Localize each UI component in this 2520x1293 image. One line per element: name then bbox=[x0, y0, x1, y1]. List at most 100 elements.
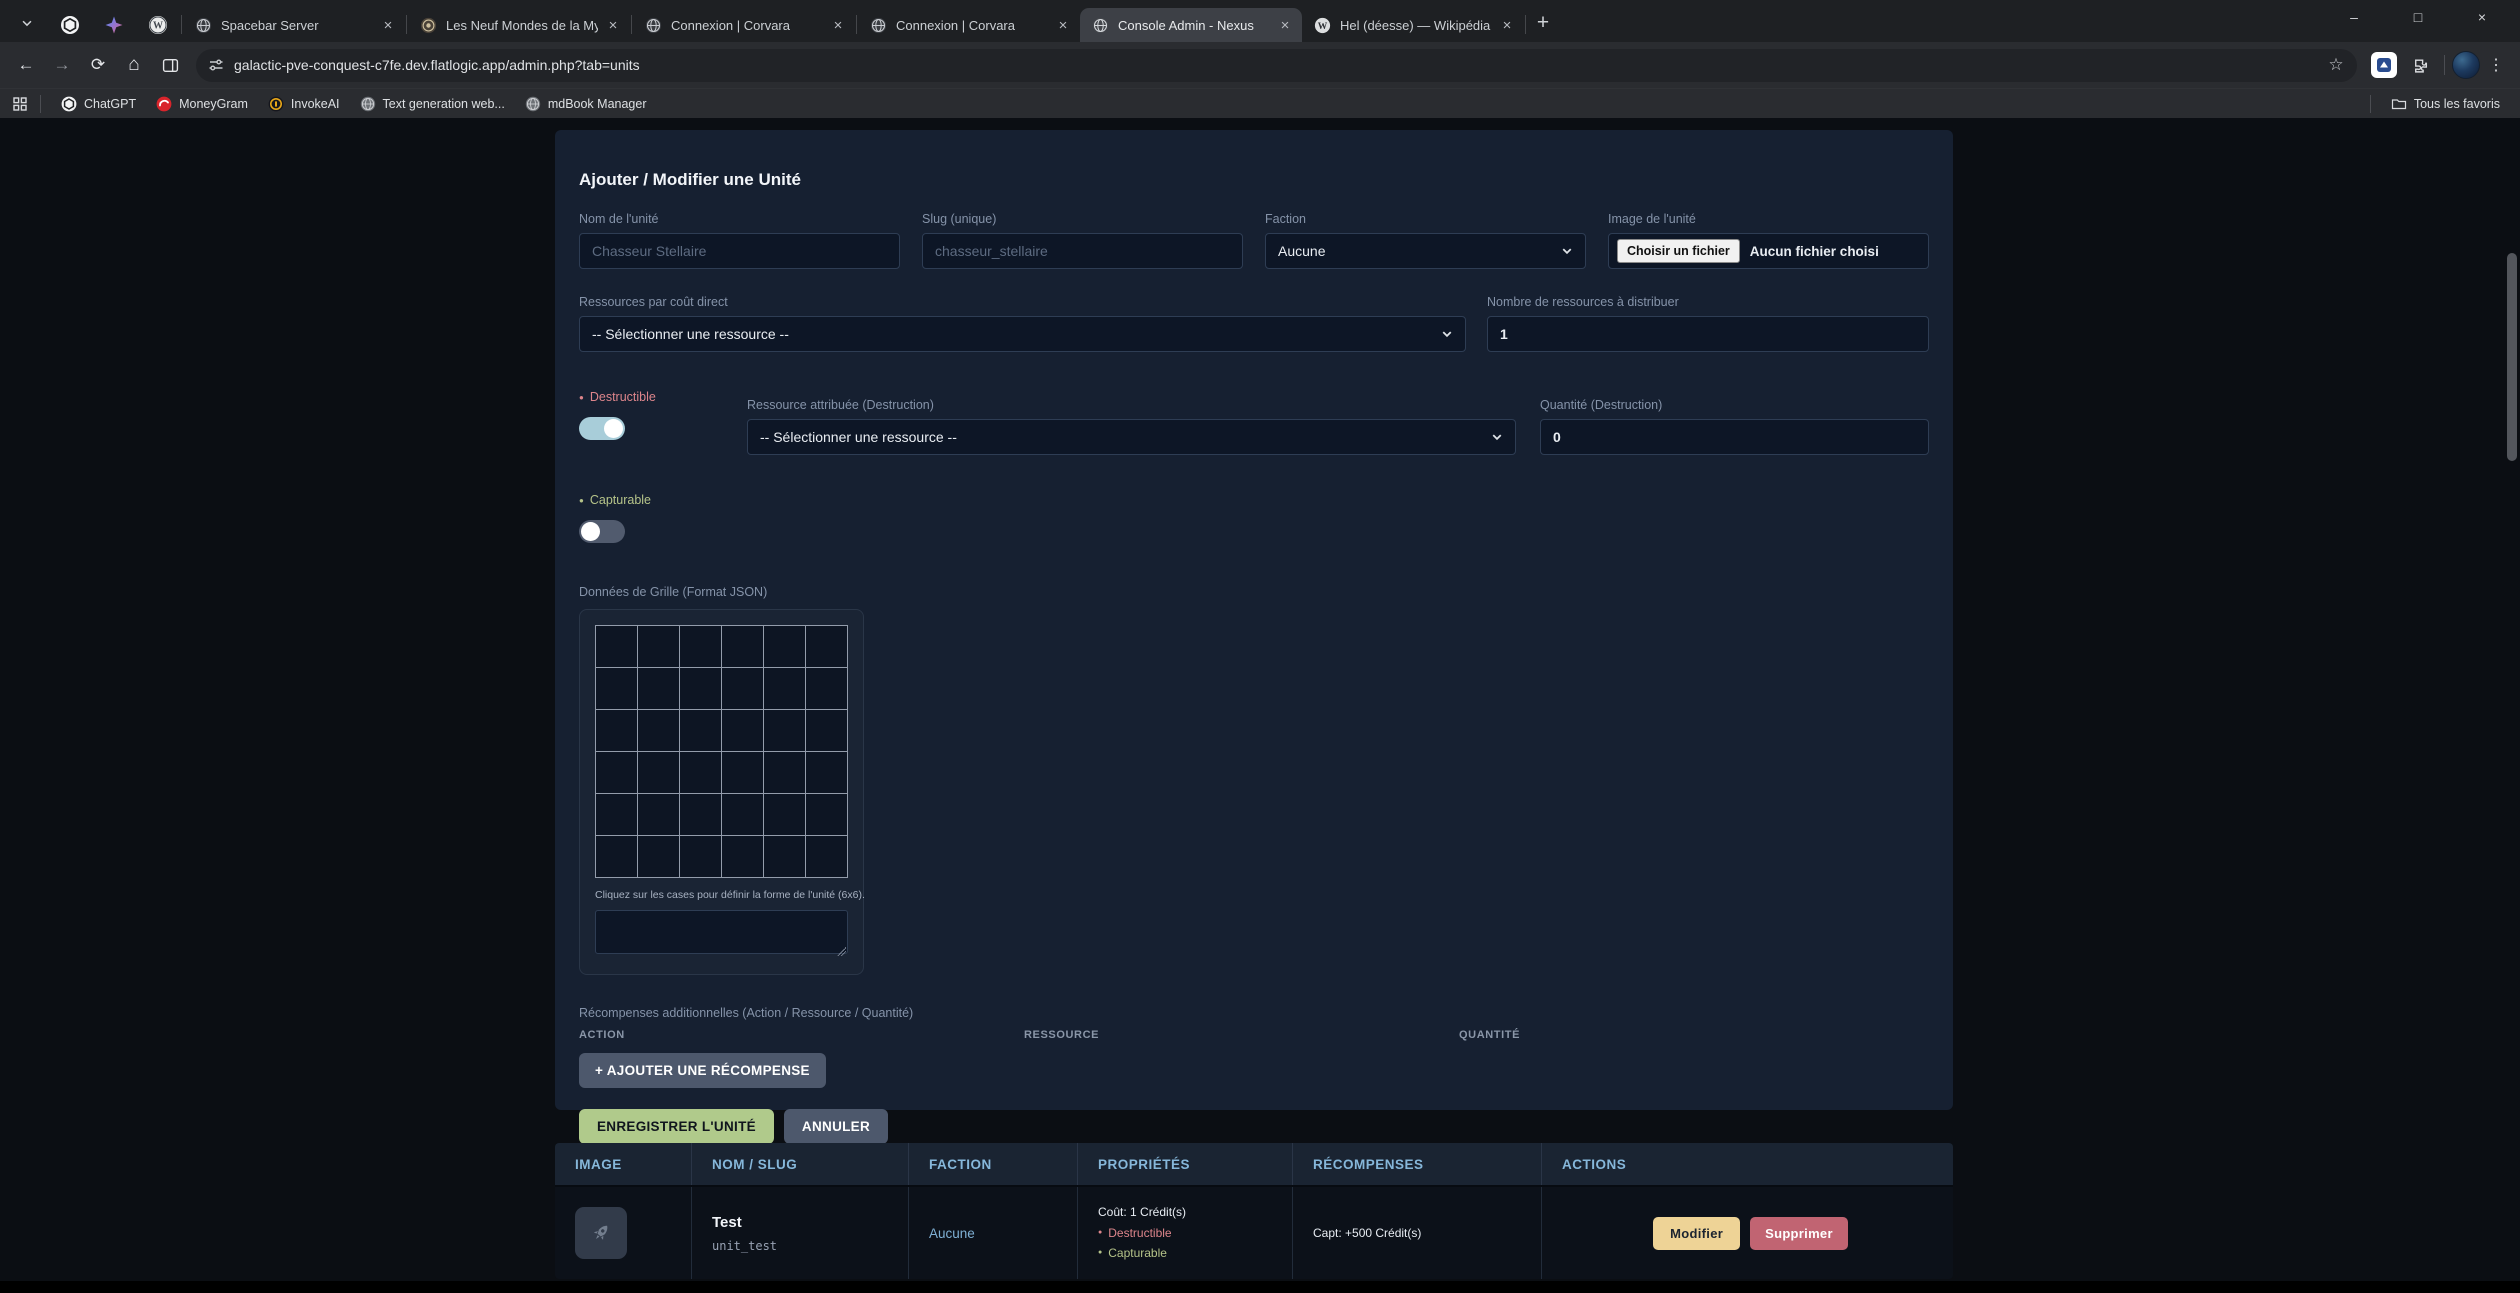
file-input[interactable]: Choisir un fichier Aucun fichier choisi bbox=[1608, 233, 1929, 269]
grid-cell[interactable] bbox=[638, 752, 679, 793]
grid-cell[interactable] bbox=[722, 626, 763, 667]
tab-hel-wikipedia[interactable]: W Hel (déesse) — Wikipédia × bbox=[1302, 8, 1524, 42]
choose-file-button[interactable]: Choisir un fichier bbox=[1617, 239, 1740, 263]
pinned-tab-chatgpt[interactable] bbox=[48, 8, 92, 42]
tab-search-button[interactable] bbox=[6, 6, 48, 40]
grid-cell[interactable] bbox=[638, 710, 679, 751]
all-bookmarks-button[interactable]: Tous les favoris bbox=[2383, 93, 2508, 115]
grid-cell[interactable] bbox=[806, 836, 847, 877]
grid-cell[interactable] bbox=[806, 668, 847, 709]
unit-name-cell: Test unit_test bbox=[692, 1187, 909, 1279]
tab-close-icon[interactable]: × bbox=[1276, 16, 1294, 34]
bookmark-star-icon[interactable]: ☆ bbox=[2321, 55, 2351, 75]
grid-cell[interactable] bbox=[638, 794, 679, 835]
add-reward-button[interactable]: + AJOUTER UNE RÉCOMPENSE bbox=[579, 1053, 826, 1088]
delete-unit-button[interactable]: Supprimer bbox=[1750, 1217, 1848, 1250]
grid-cell[interactable] bbox=[764, 752, 805, 793]
grid-cell[interactable] bbox=[764, 626, 805, 667]
chatgpt-icon bbox=[60, 15, 80, 35]
grid-cell[interactable] bbox=[638, 668, 679, 709]
grid-cell[interactable] bbox=[680, 710, 721, 751]
destructible-toggle[interactable] bbox=[579, 417, 625, 440]
tab-close-icon[interactable]: × bbox=[829, 16, 847, 34]
menu-kebab-icon[interactable]: ⋮ bbox=[2480, 49, 2512, 81]
grid-cell[interactable] bbox=[596, 710, 637, 751]
grid-cell[interactable] bbox=[722, 668, 763, 709]
home-icon[interactable]: ⌂ bbox=[116, 47, 152, 83]
grid-cell[interactable] bbox=[680, 668, 721, 709]
close-button[interactable]: × bbox=[2450, 0, 2514, 34]
destruction-qty-input[interactable] bbox=[1540, 419, 1929, 455]
unit-name-input[interactable] bbox=[579, 233, 900, 269]
pinned-tab-wordpress[interactable]: W bbox=[136, 8, 180, 42]
maximize-button[interactable]: □ bbox=[2386, 0, 2450, 34]
grid-cell[interactable] bbox=[680, 626, 721, 667]
bookmark-text-generation[interactable]: Text generation web... bbox=[352, 93, 513, 115]
grid-cell[interactable] bbox=[680, 794, 721, 835]
grid-cell[interactable] bbox=[722, 794, 763, 835]
grid-cell[interactable] bbox=[764, 836, 805, 877]
resize-grip-icon[interactable] bbox=[837, 947, 846, 956]
minimize-button[interactable]: – bbox=[2322, 0, 2386, 34]
grid-cell[interactable] bbox=[764, 794, 805, 835]
bookmark-moneygram[interactable]: MoneyGram bbox=[148, 93, 256, 115]
tab-console-admin-nexus[interactable]: Console Admin - Nexus × bbox=[1080, 8, 1302, 42]
cancel-button[interactable]: ANNULER bbox=[784, 1109, 888, 1144]
grid-cell[interactable] bbox=[638, 626, 679, 667]
bookmark-mdbook-manager[interactable]: mdBook Manager bbox=[517, 93, 655, 115]
destruction-qty-label: Quantité (Destruction) bbox=[1540, 398, 1929, 412]
grid-cell[interactable] bbox=[680, 752, 721, 793]
tab-close-icon[interactable]: × bbox=[1498, 16, 1516, 34]
tab-close-icon[interactable]: × bbox=[1054, 16, 1072, 34]
slug-input[interactable] bbox=[922, 233, 1243, 269]
grid-cell[interactable] bbox=[596, 626, 637, 667]
grid-cell[interactable] bbox=[806, 710, 847, 751]
capturable-toggle[interactable] bbox=[579, 520, 625, 543]
reload-icon[interactable]: ⟳ bbox=[80, 47, 116, 83]
bookmark-chatgpt[interactable]: ChatGPT bbox=[53, 93, 144, 115]
grid-cell[interactable] bbox=[596, 836, 637, 877]
grid-cell[interactable] bbox=[764, 668, 805, 709]
grid-cell[interactable] bbox=[596, 668, 637, 709]
tab-connexion-corvara-1[interactable]: Connexion | Corvara × bbox=[633, 8, 855, 42]
grid-cell[interactable] bbox=[764, 710, 805, 751]
grid-cell[interactable] bbox=[806, 626, 847, 667]
distribute-input[interactable] bbox=[1487, 316, 1929, 352]
tab-close-icon[interactable]: × bbox=[379, 16, 397, 34]
side-panel-icon[interactable] bbox=[152, 47, 188, 83]
grid-cell[interactable] bbox=[806, 794, 847, 835]
pinned-tab-gemini[interactable] bbox=[92, 8, 136, 42]
grid-cell[interactable] bbox=[596, 752, 637, 793]
new-tab-button[interactable]: + bbox=[1527, 7, 1559, 39]
grid-cell[interactable] bbox=[596, 794, 637, 835]
apps-grid-icon[interactable] bbox=[12, 96, 28, 112]
url-text[interactable]: galactic-pve-conquest-c7fe.dev.flatlogic… bbox=[234, 57, 2321, 73]
save-unit-button[interactable]: ENREGISTRER L'UNITÉ bbox=[579, 1109, 774, 1144]
grid-cell[interactable] bbox=[638, 836, 679, 877]
bookmark-invokeai[interactable]: InvokeAI bbox=[260, 93, 348, 115]
faction-select[interactable]: Aucune bbox=[1265, 233, 1586, 269]
destruction-resource-select[interactable]: -- Sélectionner une ressource -- bbox=[747, 419, 1516, 455]
grid-cell[interactable] bbox=[722, 836, 763, 877]
unit-cost: Coût: 1 Crédit(s) bbox=[1098, 1202, 1278, 1222]
profile-avatar[interactable] bbox=[2452, 51, 2480, 79]
page-scrollbar[interactable] bbox=[2507, 253, 2517, 461]
grid-cell[interactable] bbox=[722, 710, 763, 751]
address-bar[interactable]: galactic-pve-conquest-c7fe.dev.flatlogic… bbox=[196, 49, 2357, 82]
cost-resource-select[interactable]: -- Sélectionner une ressource -- bbox=[579, 316, 1466, 352]
tab-spacebar-server[interactable]: Spacebar Server × bbox=[183, 8, 405, 42]
tab-close-icon[interactable]: × bbox=[604, 16, 622, 34]
grid-cell[interactable] bbox=[680, 836, 721, 877]
site-settings-icon[interactable] bbox=[208, 57, 224, 73]
extension-badge-icon[interactable] bbox=[2371, 52, 2397, 78]
tab-connexion-corvara-2[interactable]: Connexion | Corvara × bbox=[858, 8, 1080, 42]
back-icon[interactable]: ← bbox=[8, 47, 44, 83]
grid-cell[interactable] bbox=[722, 752, 763, 793]
edit-unit-button[interactable]: Modifier bbox=[1653, 1217, 1740, 1250]
grid-json-textarea[interactable] bbox=[595, 910, 848, 954]
grid-cell[interactable] bbox=[806, 752, 847, 793]
tab-neuf-mondes[interactable]: Les Neuf Mondes de la Mythol × bbox=[408, 8, 630, 42]
rewards-header-resource: RESSOURCE bbox=[1024, 1029, 1459, 1041]
extensions-puzzle-icon[interactable] bbox=[2403, 48, 2437, 82]
forward-icon[interactable]: → bbox=[44, 47, 80, 83]
